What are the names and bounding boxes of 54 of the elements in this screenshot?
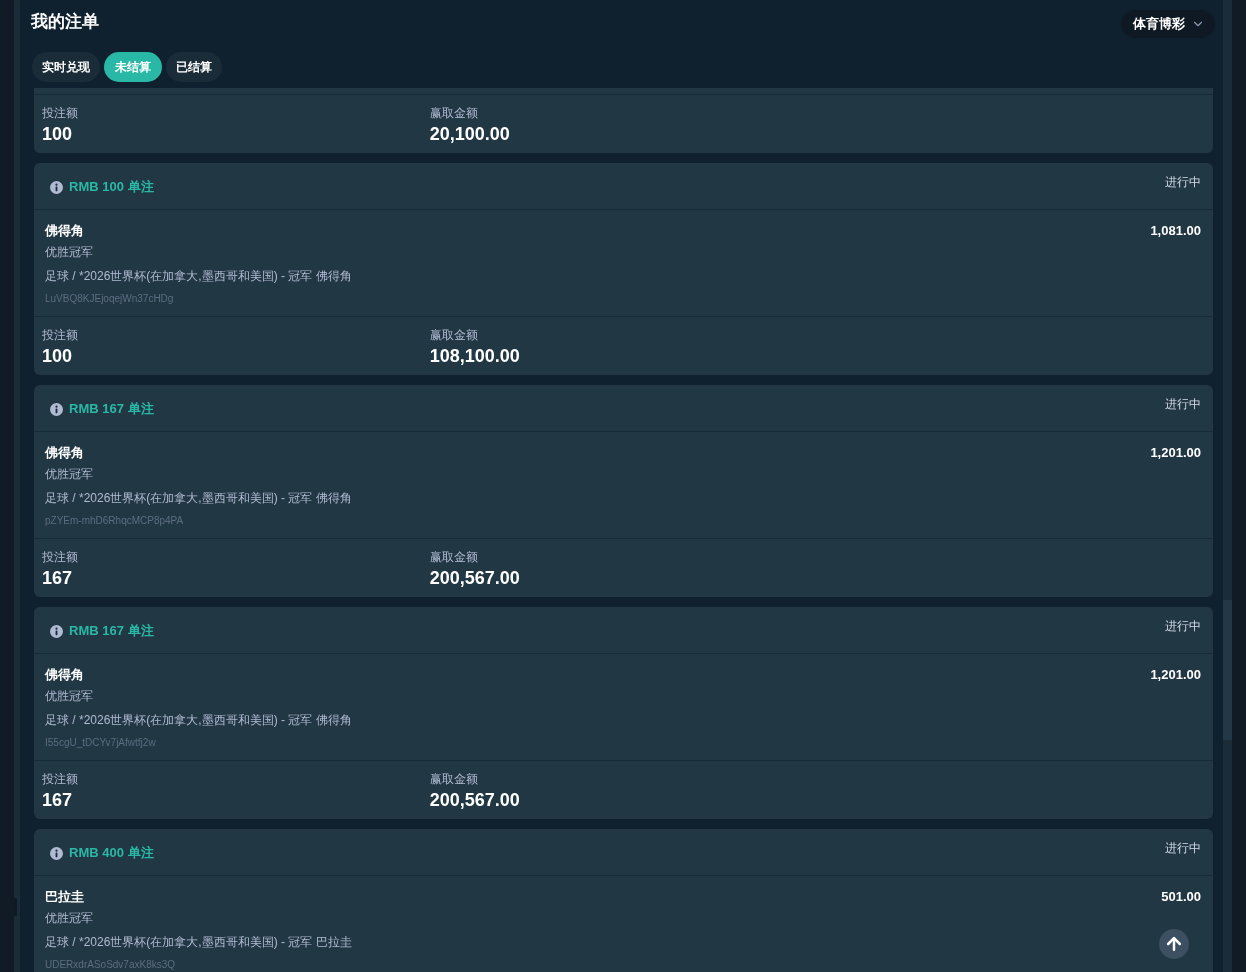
selection-name: 佛得角 <box>45 444 85 462</box>
selection-name: 佛得角 <box>45 222 85 240</box>
bet-status: 进行中 <box>1165 174 1201 190</box>
payout-value: 108,100.00 <box>429 345 520 367</box>
bet-title: RMB 167 单注 <box>69 400 154 418</box>
stake-value: 167 <box>42 789 73 811</box>
odds-value: 1,201.00 <box>1150 666 1201 684</box>
payout-label: 赢取金额 <box>429 327 478 343</box>
payout-value: 20,100.00 <box>429 123 510 145</box>
stake-label: 投注额 <box>42 327 78 343</box>
bet-status: 进行中 <box>1165 396 1201 412</box>
stake-label: 投注额 <box>42 771 78 787</box>
bet-title: RMB 167 单注 <box>69 622 154 640</box>
payout-value: 200,567.00 <box>429 789 520 811</box>
selection-name: 佛得角 <box>45 666 85 684</box>
arrow-up-icon <box>1164 934 1184 954</box>
bet-id: pZYEm-mhD6RhqcMCP8p4PA <box>45 514 185 528</box>
stake-value: 100 <box>42 345 73 367</box>
bet-status: 进行中 <box>1165 840 1201 856</box>
scrollbar-thumb[interactable] <box>1223 600 1232 740</box>
market-name: 优胜冠军 <box>45 466 94 483</box>
payout-label: 赢取金额 <box>429 771 478 787</box>
selection-name: 巴拉圭 <box>45 888 85 906</box>
bet-title: RMB 400 单注 <box>69 844 154 862</box>
market-name: 优胜冠军 <box>45 910 94 927</box>
stake-label: 投注额 <box>42 105 78 121</box>
info-icon <box>50 624 63 638</box>
payout-label: 赢取金额 <box>429 105 478 121</box>
bet-id: UDERxdrASoSdv7axK8ks3Q <box>45 958 177 972</box>
payout-label: 赢取金额 <box>429 549 478 565</box>
bet-id: LuVBQ8KJEjoqejWn37cHDg <box>45 292 175 306</box>
payout-value: 200,567.00 <box>429 567 520 589</box>
event-path: 足球 / *2026世界杯(在加拿大,墨西哥和美国) - 冠军 佛得角 <box>45 712 352 729</box>
product-dropdown[interactable]: 体育博彩 <box>1121 10 1215 38</box>
event-path: 足球 / *2026世界杯(在加拿大,墨西哥和美国) - 冠军 佛得角 <box>45 490 352 507</box>
bet-status: 进行中 <box>1165 618 1201 634</box>
market-name: 优胜冠军 <box>45 688 94 705</box>
info-icon <box>50 180 63 194</box>
odds-value: 1,201.00 <box>1150 444 1201 462</box>
stake-label: 投注额 <box>42 549 78 565</box>
stake-value: 100 <box>42 123 73 145</box>
bet-id: I55cgU_tDCYv7jAfwtfj2w <box>45 736 157 750</box>
event-path: 足球 / *2026世界杯(在加拿大,墨西哥和美国) - 冠军 巴拉圭 <box>45 934 352 951</box>
filter-tab[interactable]: 实时兑现 <box>32 52 100 82</box>
info-icon <box>50 402 63 416</box>
odds-value: 501.00 <box>1161 888 1201 906</box>
market-name: 优胜冠军 <box>45 244 94 261</box>
odds-value: 1,081.00 <box>1150 222 1201 240</box>
stake-value: 167 <box>42 567 73 589</box>
info-icon <box>50 846 63 860</box>
page-title: 我的注单 <box>31 11 99 33</box>
filter-tab[interactable]: 已结算 <box>166 52 222 82</box>
event-path: 足球 / *2026世界杯(在加拿大,墨西哥和美国) - 冠军 佛得角 <box>45 268 352 285</box>
bet-title: RMB 100 单注 <box>69 178 154 196</box>
